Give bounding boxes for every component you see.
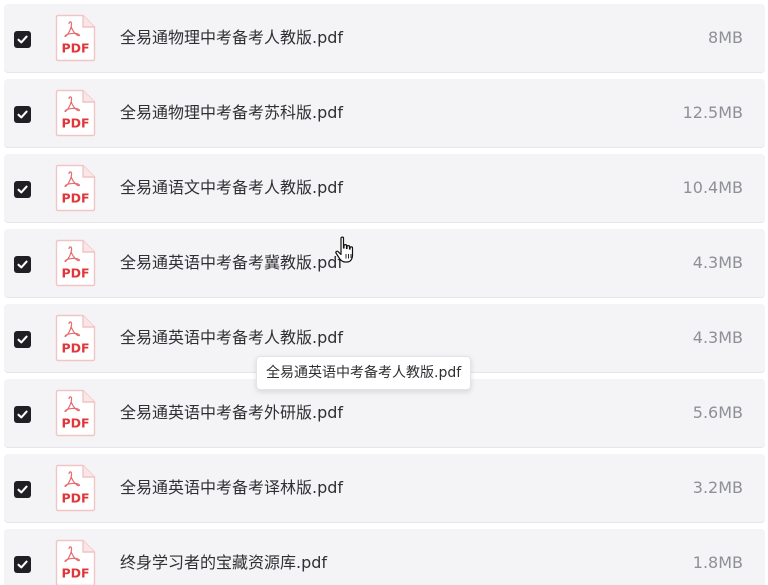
pdf-file-icon: PDF bbox=[54, 89, 96, 137]
hand-pointer-icon bbox=[334, 236, 358, 266]
checkmark-icon bbox=[17, 260, 28, 269]
pdf-icon-label: PDF bbox=[61, 191, 89, 206]
pdf-icon-label: PDF bbox=[61, 116, 89, 131]
pdf-file-icon: PDF bbox=[54, 389, 96, 437]
pdf-icon-label: PDF bbox=[61, 416, 89, 431]
pdf-icon-label: PDF bbox=[61, 566, 89, 581]
file-checkbox[interactable] bbox=[14, 331, 31, 348]
file-size: 1.8MB bbox=[692, 553, 743, 572]
pdf-icon-label: PDF bbox=[61, 491, 89, 506]
checkmark-icon bbox=[17, 560, 28, 569]
pdf-file-icon: PDF bbox=[54, 164, 96, 212]
file-checkbox[interactable] bbox=[14, 106, 31, 123]
filename-tooltip: 全易通英语中考备考人教版.pdf bbox=[256, 356, 472, 390]
file-checkbox[interactable] bbox=[14, 481, 31, 498]
pdf-icon-label: PDF bbox=[61, 341, 89, 356]
checkmark-icon bbox=[17, 485, 28, 494]
pdf-file-icon: PDF bbox=[54, 539, 96, 585]
checkmark-icon bbox=[17, 35, 28, 44]
file-list: PDF 全易通物理中考备考人教版.pdf 8MB PDF 全易通物理中考备考苏科… bbox=[0, 0, 768, 585]
file-name: 全易通语文中考备考人教版.pdf bbox=[120, 178, 344, 197]
file-name: 全易通英语中考备考冀教版.pdf bbox=[120, 253, 344, 272]
pdf-file-icon: PDF bbox=[54, 464, 96, 512]
pdf-icon-label: PDF bbox=[61, 41, 89, 56]
checkmark-icon bbox=[17, 185, 28, 194]
file-checkbox[interactable] bbox=[14, 556, 31, 573]
checkmark-icon bbox=[17, 335, 28, 344]
file-row[interactable]: PDF 全易通英语中考备考译林版.pdf 3.2MB bbox=[4, 454, 765, 522]
file-row[interactable]: PDF 全易通物理中考备考苏科版.pdf 12.5MB bbox=[4, 79, 765, 147]
file-name: 全易通物理中考备考人教版.pdf bbox=[120, 28, 344, 47]
file-size: 8MB bbox=[708, 28, 743, 47]
file-size: 10.4MB bbox=[682, 178, 743, 197]
file-name: 全易通物理中考备考苏科版.pdf bbox=[120, 103, 344, 122]
file-name: 终身学习者的宝藏资源库.pdf bbox=[120, 553, 328, 572]
file-size: 5.6MB bbox=[692, 403, 743, 422]
file-name: 全易通英语中考备考译林版.pdf bbox=[120, 478, 344, 497]
pdf-file-icon: PDF bbox=[54, 239, 96, 287]
file-size: 12.5MB bbox=[682, 103, 743, 122]
file-row[interactable]: PDF 全易通语文中考备考人教版.pdf 10.4MB bbox=[4, 154, 765, 222]
file-row[interactable]: PDF 全易通英语中考备考冀教版.pdf 4.3MB bbox=[4, 229, 765, 297]
pdf-file-icon: PDF bbox=[54, 314, 96, 362]
file-checkbox[interactable] bbox=[14, 181, 31, 198]
pdf-icon-label: PDF bbox=[61, 266, 89, 281]
file-checkbox[interactable] bbox=[14, 256, 31, 273]
checkmark-icon bbox=[17, 410, 28, 419]
pdf-file-icon: PDF bbox=[54, 14, 96, 62]
file-checkbox[interactable] bbox=[14, 406, 31, 423]
file-size: 4.3MB bbox=[692, 253, 743, 272]
file-row[interactable]: PDF 全易通物理中考备考人教版.pdf 8MB bbox=[4, 4, 765, 72]
file-row[interactable]: PDF 终身学习者的宝藏资源库.pdf 1.8MB bbox=[4, 529, 765, 585]
file-size: 4.3MB bbox=[692, 328, 743, 347]
checkmark-icon bbox=[17, 110, 28, 119]
file-checkbox[interactable] bbox=[14, 31, 31, 48]
file-size: 3.2MB bbox=[692, 478, 743, 497]
